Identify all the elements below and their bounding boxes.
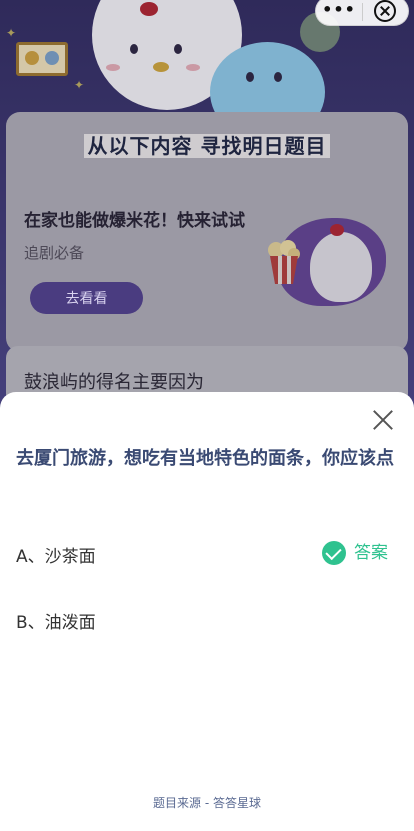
- mini-chick-mascot: [310, 232, 372, 302]
- more-dots-icon[interactable]: •••: [316, 0, 362, 27]
- chick-comb: [140, 2, 158, 16]
- option-b[interactable]: B、油泼面: [16, 608, 96, 633]
- sparkle-icon: ✦: [6, 26, 17, 40]
- chick-cheek-right: [186, 64, 200, 71]
- next-question-text: 鼓浪屿的得名主要因为: [24, 372, 204, 393]
- answer-badge-label: 答案: [354, 543, 388, 563]
- promo-title: 在家也能做爆米花！快来试试: [24, 211, 245, 231]
- blue-mascot-eye-right: [274, 72, 282, 82]
- medal-frame-icon: [16, 42, 68, 76]
- check-circle-icon: [322, 541, 346, 565]
- promo-subtitle: 追剧必备: [24, 244, 85, 262]
- question-source: 题目来源 - 答答星球: [153, 796, 261, 810]
- banner-title: 从以下内容 寻找明日题目: [0, 130, 414, 159]
- option-a[interactable]: A、沙茶面: [16, 542, 96, 567]
- medal-icon: [45, 51, 59, 65]
- sparkle-icon: ✦: [74, 78, 85, 92]
- chick-eye-left: [130, 44, 138, 54]
- promo-go-button[interactable]: 去看看: [30, 282, 143, 314]
- chick-beak: [153, 62, 169, 72]
- chick-eye-right: [174, 44, 182, 54]
- capsule-close-icon[interactable]: [374, 0, 396, 22]
- mini-chick-comb: [330, 224, 344, 236]
- sheet-close-icon[interactable]: [372, 409, 394, 431]
- mini-program-capsule: •••: [315, 0, 409, 26]
- medal-icon: [25, 51, 39, 65]
- blue-mascot-eye-left: [246, 72, 254, 82]
- capsule-divider: [362, 3, 363, 21]
- chick-cheek-left: [106, 64, 120, 71]
- question-text: 去厦门旅游，想吃有当地特色的面条，你应该点: [16, 448, 394, 469]
- popcorn-icon: [268, 240, 300, 284]
